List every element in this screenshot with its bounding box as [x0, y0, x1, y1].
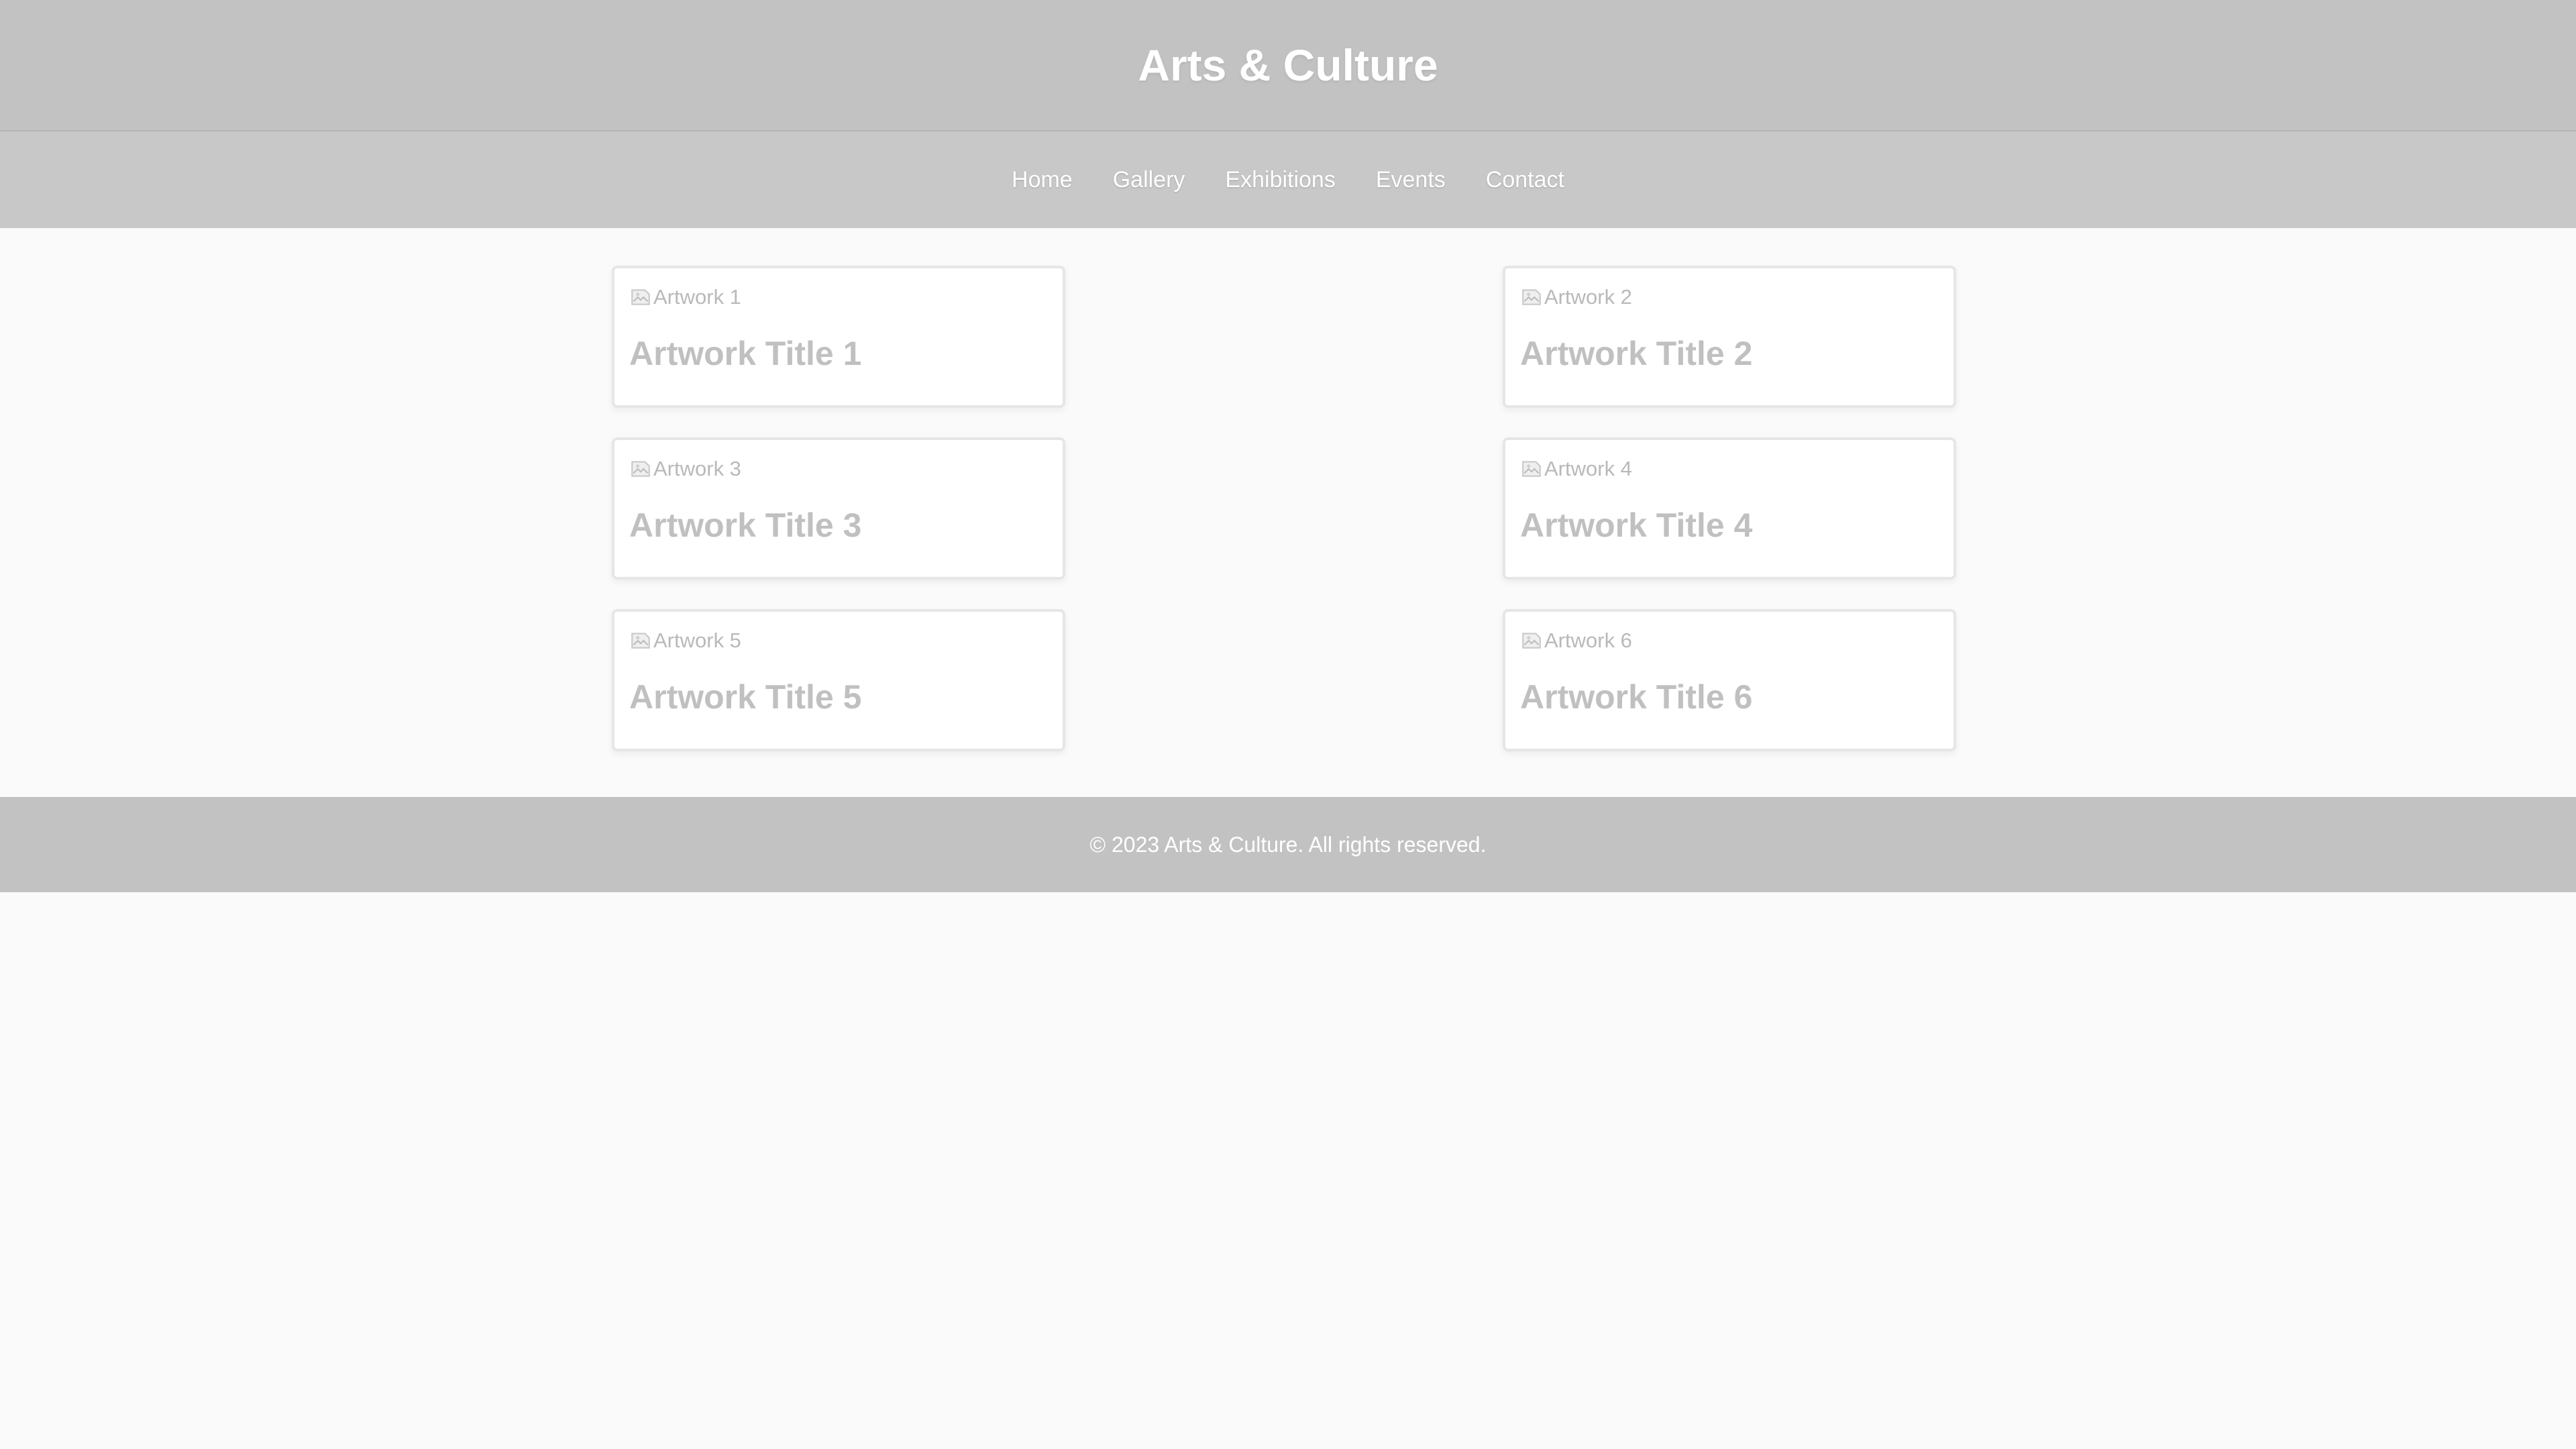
- artwork-card-3[interactable]: Artwork 3 Artwork Title 3: [612, 437, 1065, 580]
- image-alt-text: Artwork 6: [1544, 629, 1632, 652]
- artwork-image-6[interactable]: Artwork 6: [1520, 624, 1939, 657]
- image-alt-text: Artwork 1: [653, 285, 741, 309]
- copyright-text: © 2023 Arts & Culture. All rights reserv…: [1089, 832, 1487, 857]
- artwork-image-4[interactable]: Artwork 4: [1520, 452, 1939, 486]
- artwork-title[interactable]: Artwork Title 5: [629, 678, 1048, 716]
- artwork-gallery: Artwork 1 Artwork Title 1 Artwork 2 Artw…: [0, 228, 2576, 797]
- main-nav: Home Gallery Exhibitions Events Contact: [0, 131, 2576, 228]
- broken-image-icon: [1520, 458, 1543, 480]
- nav-link-gallery[interactable]: Gallery: [1093, 167, 1205, 193]
- artwork-title[interactable]: Artwork Title 1: [629, 334, 1048, 373]
- nav-link-events[interactable]: Events: [1356, 167, 1466, 193]
- image-alt-text: Artwork 3: [653, 457, 741, 480]
- broken-image-icon: [629, 458, 652, 480]
- artwork-title[interactable]: Artwork Title 3: [629, 506, 1048, 545]
- broken-image-icon: [1520, 629, 1543, 652]
- nav-link-home[interactable]: Home: [991, 167, 1093, 193]
- broken-image-icon: [1520, 286, 1543, 309]
- artwork-title[interactable]: Artwork Title 4: [1520, 506, 1939, 545]
- artwork-card-2[interactable]: Artwork 2 Artwork Title 2: [1503, 266, 1956, 408]
- site-title: Arts & Culture: [1138, 40, 1438, 90]
- broken-image-icon: [629, 286, 652, 309]
- artwork-card-4[interactable]: Artwork 4 Artwork Title 4: [1503, 437, 1956, 580]
- artwork-image-2[interactable]: Artwork 2: [1520, 280, 1939, 314]
- artwork-title[interactable]: Artwork Title 6: [1520, 678, 1939, 716]
- nav-link-exhibitions[interactable]: Exhibitions: [1205, 167, 1355, 193]
- site-footer: © 2023 Arts & Culture. All rights reserv…: [0, 797, 2576, 892]
- artwork-card-6[interactable]: Artwork 6 Artwork Title 6: [1503, 609, 1956, 751]
- artwork-title[interactable]: Artwork Title 2: [1520, 334, 1939, 373]
- page: Arts & Culture Home Gallery Exhibitions …: [0, 0, 2576, 1449]
- artwork-image-3[interactable]: Artwork 3: [629, 452, 1048, 486]
- artwork-image-5[interactable]: Artwork 5: [629, 624, 1048, 657]
- artwork-image-1[interactable]: Artwork 1: [629, 280, 1048, 314]
- site-header: Arts & Culture: [0, 0, 2576, 131]
- image-alt-text: Artwork 2: [1544, 285, 1632, 309]
- image-alt-text: Artwork 4: [1544, 457, 1632, 480]
- artwork-card-5[interactable]: Artwork 5 Artwork Title 5: [612, 609, 1065, 751]
- artwork-card-1[interactable]: Artwork 1 Artwork Title 1: [612, 266, 1065, 408]
- broken-image-icon: [629, 629, 652, 652]
- image-alt-text: Artwork 5: [653, 629, 741, 652]
- nav-link-contact[interactable]: Contact: [1466, 167, 1585, 193]
